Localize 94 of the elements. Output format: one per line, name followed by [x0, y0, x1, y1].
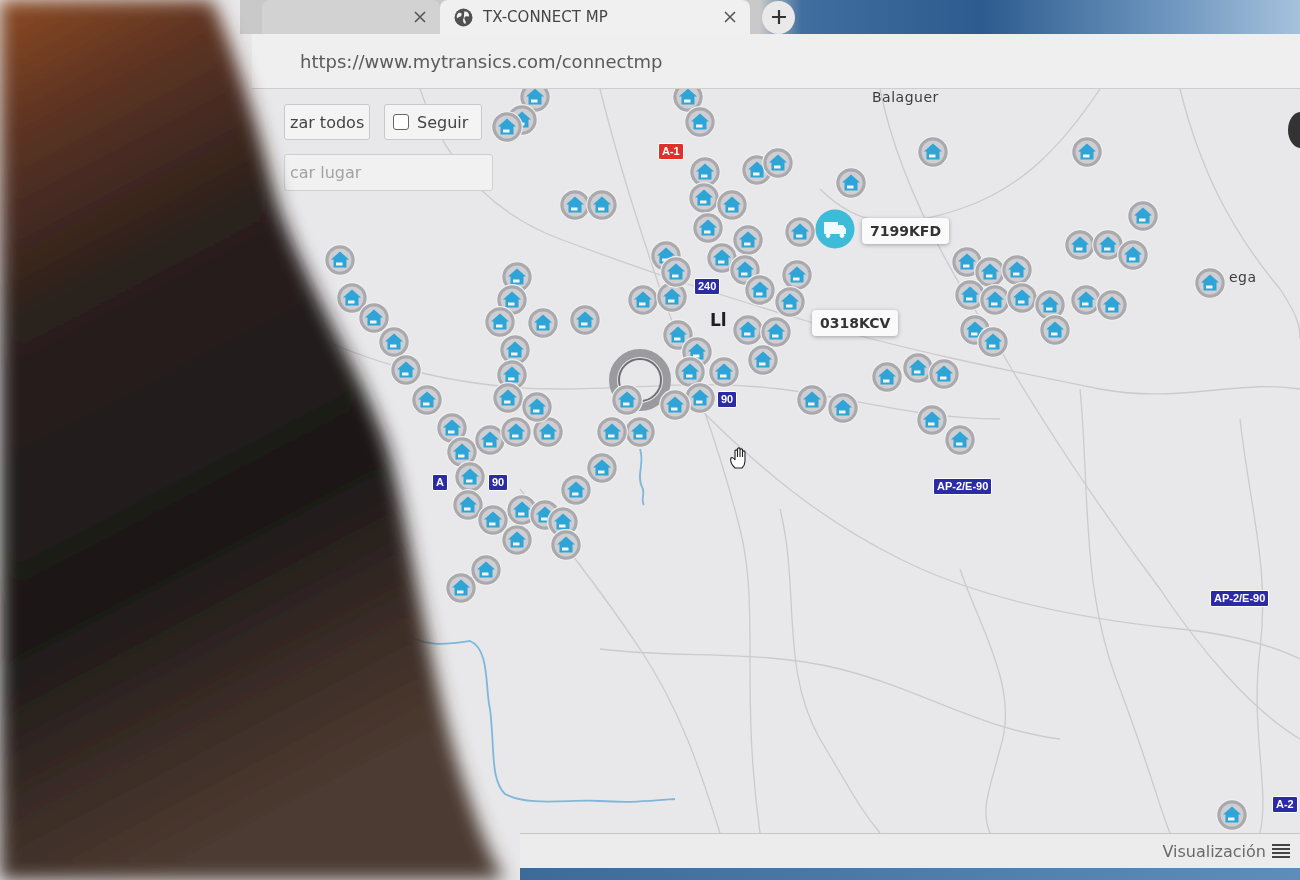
close-icon[interactable] [724, 11, 736, 23]
house-pin-icon[interactable] [378, 326, 410, 358]
house-pin-icon[interactable] [1001, 254, 1033, 286]
house-pin-icon[interactable] [452, 489, 484, 521]
house-pin-icon[interactable] [979, 284, 1011, 316]
vehicle-label[interactable]: 0318KCV [812, 310, 899, 337]
house-pin-icon[interactable] [827, 392, 859, 424]
house-pin-icon[interactable] [1006, 282, 1038, 314]
house-pin-icon[interactable] [708, 356, 740, 388]
house-pin-icon[interactable] [627, 284, 659, 316]
truck-pin-icon[interactable] [815, 209, 855, 249]
road-sign: A [432, 474, 448, 491]
house-pin-icon[interactable] [501, 524, 533, 556]
house-pin-icon[interactable] [916, 404, 948, 436]
house-pin-icon[interactable] [1039, 314, 1071, 346]
house-pin-icon[interactable] [586, 189, 618, 221]
house-pin-icon[interactable] [492, 382, 524, 414]
house-pin-icon[interactable] [560, 474, 592, 506]
house-pin-icon[interactable] [1194, 267, 1226, 299]
place-name: ega [1229, 270, 1257, 284]
house-pin-icon[interactable] [1071, 136, 1103, 168]
house-pin-icon[interactable] [484, 306, 516, 338]
house-pin-icon[interactable] [454, 461, 486, 493]
place-name: Ll [710, 312, 727, 329]
house-pin-icon[interactable] [684, 106, 716, 138]
plus-icon [770, 9, 787, 25]
house-pin-icon[interactable] [774, 286, 806, 318]
menu-icon [1272, 843, 1290, 859]
house-pin-icon[interactable] [569, 304, 601, 336]
house-pin-icon[interactable] [1216, 799, 1248, 831]
house-pin-icon[interactable] [500, 416, 532, 448]
road-sign: AP-2/E-90 [933, 478, 993, 495]
road-sign: 90 [717, 391, 738, 408]
house-pin-icon[interactable] [521, 391, 553, 423]
road-sign: A-2 [1272, 796, 1298, 813]
house-pin-icon[interactable] [358, 302, 390, 334]
close-icon[interactable] [414, 11, 426, 23]
globe-icon [454, 7, 473, 27]
vehicle-label[interactable]: 7199KFD [862, 218, 949, 245]
follow-button[interactable]: Seguir [384, 104, 482, 140]
road-sign: 90 [488, 474, 509, 491]
follow-checkbox[interactable] [393, 114, 409, 130]
house-pin-icon[interactable] [692, 212, 724, 244]
house-pin-icon[interactable] [871, 361, 903, 393]
house-pin-icon[interactable] [611, 384, 643, 416]
house-pin-icon[interactable] [688, 182, 720, 214]
house-pin-icon[interactable] [550, 529, 582, 561]
house-pin-icon[interactable] [781, 259, 813, 291]
house-pin-icon[interactable] [445, 572, 477, 604]
house-pin-icon[interactable] [747, 344, 779, 376]
search-field[interactable]: car lugar [284, 154, 493, 191]
house-pin-icon[interactable] [659, 389, 691, 421]
house-pin-icon[interactable] [660, 256, 692, 288]
place-name: Balaguer [872, 90, 939, 104]
house-pin-icon[interactable] [796, 384, 828, 416]
house-pin-icon[interactable] [527, 307, 559, 339]
view-menu-button[interactable]: Visualización [1162, 841, 1290, 861]
house-pin-icon[interactable] [470, 554, 502, 586]
house-pin-icon[interactable] [732, 224, 764, 256]
house-pin-icon[interactable] [928, 358, 960, 390]
locate-all-button[interactable]: zar todos [284, 104, 370, 140]
road-sign: AP-2/E-90 [1210, 590, 1270, 607]
house-pin-icon[interactable] [835, 167, 867, 199]
house-pin-icon[interactable] [674, 356, 706, 388]
road-sign: A-1 [658, 143, 684, 160]
house-pin-icon[interactable] [917, 136, 949, 168]
house-pin-icon[interactable] [716, 189, 748, 221]
house-pin-icon[interactable] [624, 416, 656, 448]
new-tab-button[interactable] [762, 0, 795, 34]
house-pin-icon[interactable] [491, 111, 523, 143]
house-pin-icon[interactable] [586, 452, 618, 484]
house-pin-icon[interactable] [1127, 200, 1159, 232]
house-pin-icon[interactable] [784, 216, 816, 248]
address-bar[interactable]: https://www.mytransics.com/connectmp [252, 34, 1300, 89]
browser-tab[interactable]: TX-CONNECT MP [440, 0, 750, 34]
road-sign: 240 [694, 278, 721, 295]
house-pin-icon[interactable] [944, 424, 976, 456]
house-pin-icon[interactable] [390, 354, 422, 386]
river-line [638, 448, 645, 506]
house-pin-icon[interactable] [596, 416, 628, 448]
house-pin-icon[interactable] [324, 244, 356, 276]
house-pin-icon[interactable] [1096, 289, 1128, 321]
house-pin-icon[interactable] [732, 314, 764, 346]
house-pin-icon[interactable] [336, 282, 368, 314]
house-pin-icon[interactable] [1117, 239, 1149, 271]
ring-icon [608, 348, 672, 412]
house-pin-icon[interactable] [477, 504, 509, 536]
house-pin-icon[interactable] [762, 147, 794, 179]
house-pin-icon[interactable] [977, 326, 1009, 358]
house-pin-icon[interactable] [744, 274, 776, 306]
house-pin-icon[interactable] [760, 316, 792, 348]
house-pin-icon[interactable] [1064, 229, 1096, 261]
house-pin-icon[interactable] [559, 189, 591, 221]
house-pin-icon[interactable] [411, 384, 443, 416]
